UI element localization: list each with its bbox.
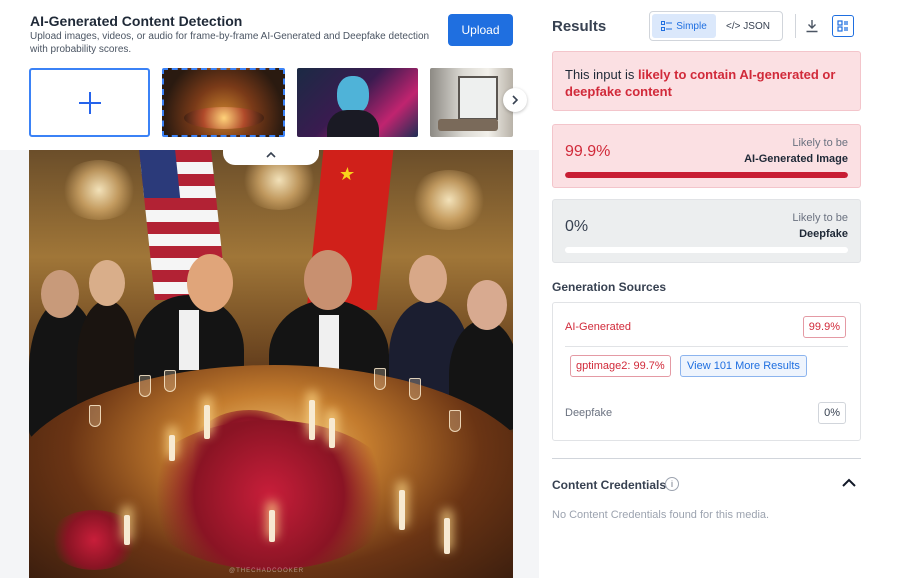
thumbnail-image <box>438 119 498 131</box>
verdict-prefix: This input is <box>565 67 638 82</box>
toolbar-divider <box>795 14 796 38</box>
ai-score-value: 99.9% <box>565 143 611 160</box>
ai-generated-value: 99.9% <box>802 316 846 338</box>
download-button[interactable] <box>801 15 823 37</box>
collapse-credentials-button[interactable] <box>841 475 857 491</box>
deepfake-label: Deepfake <box>565 407 613 419</box>
generation-sources-card: AI-Generated 99.9% gptimage2: 99.7% View… <box>552 302 861 441</box>
thumbnail-image <box>458 76 498 120</box>
view-more-results-button[interactable]: View 101 More Results <box>680 355 807 377</box>
banquet-thumbnail[interactable] <box>162 68 285 137</box>
add-media-tile[interactable] <box>29 68 150 137</box>
panel-layout-button[interactable] <box>832 15 854 37</box>
collapse-thumbnails-button[interactable] <box>223 145 319 165</box>
verdict-banner: This input is likely to contain AI-gener… <box>552 51 861 111</box>
deepfake-score-label: Likely to be Deepfake <box>792 210 848 242</box>
view-json-button[interactable]: </> JSON <box>716 14 780 38</box>
ai-score-bar <box>565 172 848 178</box>
view-simple-label: Simple <box>676 20 707 32</box>
thumbnails-next-button[interactable] <box>503 88 527 112</box>
upload-header: AI-Generated Content Detection Upload im… <box>0 0 539 150</box>
ai-score-label-bottom: AI-Generated Image <box>744 153 848 165</box>
download-icon <box>806 20 818 33</box>
view-toggle: Simple </> JSON <box>649 11 783 41</box>
generation-sources-title: Generation Sources <box>552 280 667 294</box>
thumbnail-image <box>337 76 369 114</box>
deepfake-score-label-top: Likely to be <box>792 212 848 224</box>
deepfake-score-bar <box>565 247 848 253</box>
results-panel: Results Simple </> JSON This input is li… <box>539 0 900 578</box>
view-json-label: </> JSON <box>726 20 770 32</box>
deepfake-score-value: 0% <box>565 218 589 235</box>
page-subtitle: Upload images, videos, or audio for fram… <box>30 31 430 55</box>
preview-image: ★ @THECHADCOOKER <box>29 150 513 578</box>
ai-score-card: 99.9% Likely to be AI-Generated Image <box>552 124 861 188</box>
layout-icon <box>837 20 848 32</box>
chevron-up-icon <box>266 151 276 158</box>
deepfake-score-label-bottom: Deepfake <box>799 228 848 240</box>
list-icon <box>661 20 673 31</box>
info-icon[interactable]: i <box>665 477 679 491</box>
chevron-up-icon <box>842 478 856 487</box>
plus-icon <box>78 91 101 114</box>
upload-button[interactable]: Upload <box>448 14 513 46</box>
ai-generated-label: AI-Generated <box>565 321 632 333</box>
upload-panel: AI-Generated Content Detection Upload im… <box>0 0 539 578</box>
deepfake-score-card: 0% Likely to be Deepfake <box>552 199 861 263</box>
ai-score-bar-fill <box>565 172 848 178</box>
cyberpunk-portrait-thumbnail[interactable] <box>297 68 418 137</box>
content-credentials-title: Content Credentials <box>552 478 667 492</box>
divider <box>565 346 848 347</box>
image-watermark: @THECHADCOOKER <box>229 568 305 574</box>
thumbnail-image <box>327 110 379 137</box>
content-credentials-text: No Content Credentials found for this me… <box>552 509 770 521</box>
results-title: Results <box>552 18 607 35</box>
deepfake-value: 0% <box>818 402 846 424</box>
interior-room-thumbnail[interactable] <box>430 68 513 137</box>
page-title: AI-Generated Content Detection <box>30 13 243 29</box>
ai-score-label-top: Likely to be <box>792 137 848 149</box>
thumbnail-image <box>184 107 264 129</box>
view-simple-button[interactable]: Simple <box>652 14 716 38</box>
ai-score-label: Likely to be AI-Generated Image <box>744 135 848 167</box>
model-result-badge: gptimage2: 99.7% <box>570 355 671 377</box>
section-divider <box>552 458 861 459</box>
chevron-right-icon <box>512 95 519 105</box>
